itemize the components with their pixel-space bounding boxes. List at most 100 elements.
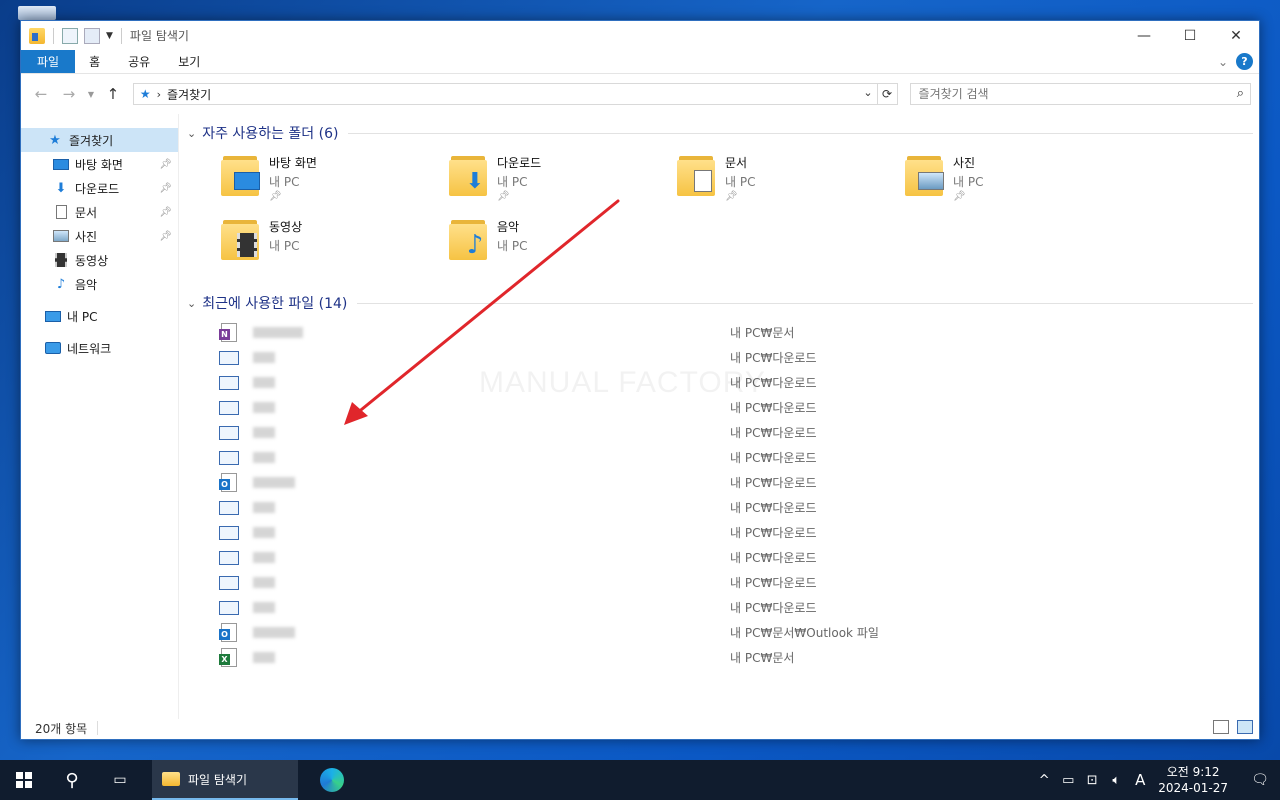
nav-item-quick-access[interactable]: ★ 즐겨찾기 <box>21 128 178 152</box>
taskbar-file-explorer[interactable]: 파일 탐색기 <box>152 760 298 800</box>
file-name-redacted <box>253 502 275 513</box>
group-header-frequent-folders[interactable]: ⌄ 자주 사용하는 폴더 (6) <box>185 122 1259 144</box>
recent-locations-chevron-icon[interactable]: ▼ <box>85 90 97 99</box>
breadcrumb-separator-icon[interactable]: › <box>157 88 161 101</box>
divider <box>97 721 99 735</box>
recent-file-row[interactable]: X 내 PC₩문서 <box>185 645 1259 670</box>
nav-label: 즐겨찾기 <box>69 133 114 148</box>
recent-file-row[interactable]: 내 PC₩다운로드 <box>185 570 1259 595</box>
search-icon[interactable]: ⚲ <box>48 760 96 800</box>
refresh-icon[interactable]: ⟳ <box>876 84 897 104</box>
nav-item-downloads[interactable]: ⬇ 다운로드 📌︎ <box>21 176 178 200</box>
recent-file-row[interactable]: 내 PC₩다운로드 <box>185 520 1259 545</box>
details-view-icon[interactable] <box>1213 720 1229 734</box>
tab-share[interactable]: 공유 <box>114 50 164 73</box>
large-icons-view-icon[interactable] <box>1237 720 1253 734</box>
start-button[interactable] <box>0 760 48 800</box>
close-button[interactable]: ✕ <box>1213 21 1259 50</box>
volume-muted-icon[interactable]: 🔈︎ <box>1104 773 1128 788</box>
nav-label: 문서 <box>75 205 98 220</box>
forward-arrow-icon[interactable]: → <box>57 85 81 103</box>
folder-name: 사진 <box>953 156 976 170</box>
window-file-icon <box>219 348 239 368</box>
edge-browser-icon[interactable] <box>320 768 344 792</box>
folder-tile-desktop[interactable]: 바탕 화면 내 PC 📌︎ <box>221 150 449 214</box>
nav-item-music[interactable]: ♪ 음악 <box>21 272 178 296</box>
ime-indicator[interactable]: A <box>1128 771 1152 789</box>
folder-tile-videos[interactable]: 동영상 내 PC <box>221 214 449 278</box>
network-icon[interactable]: ⊡ <box>1080 773 1104 788</box>
minimize-button[interactable]: — <box>1121 21 1167 50</box>
video-icon <box>53 252 69 268</box>
file-path: 내 PC₩다운로드 <box>730 451 817 465</box>
recent-file-row[interactable]: O 내 PC₩문서₩Outlook 파일 <box>185 620 1259 645</box>
picture-icon <box>53 228 69 244</box>
folder-tile-music[interactable]: ♪ 음악 내 PC <box>449 214 677 278</box>
file-path: 내 PC₩다운로드 <box>730 601 817 615</box>
recent-file-row[interactable]: 내 PC₩다운로드 <box>185 420 1259 445</box>
folder-tile-pictures[interactable]: 사진 내 PC 📌︎ <box>905 150 1133 214</box>
collapse-chevron-icon[interactable]: ⌄ <box>187 127 196 140</box>
document-icon <box>689 170 717 192</box>
up-arrow-icon[interactable]: ↑ <box>101 85 125 103</box>
nav-label: 음악 <box>75 277 98 292</box>
properties-icon[interactable] <box>62 27 78 44</box>
tab-home[interactable]: 홈 <box>75 50 114 73</box>
nav-item-documents[interactable]: 문서 📌︎ <box>21 200 178 224</box>
search-icon[interactable]: ⌕ <box>1237 86 1244 101</box>
pin-icon[interactable]: 📌︎ <box>159 159 172 170</box>
notification-center-icon[interactable]: 🗨︎ <box>1240 772 1280 788</box>
pin-icon[interactable]: 📌︎ <box>159 207 172 218</box>
recent-file-row[interactable]: 내 PC₩다운로드 <box>185 545 1259 570</box>
recent-file-row[interactable]: O 내 PC₩다운로드 <box>185 470 1259 495</box>
recent-file-row[interactable]: 내 PC₩다운로드 <box>185 595 1259 620</box>
tab-file[interactable]: 파일 <box>21 50 76 73</box>
pin-icon[interactable]: 📌︎ <box>159 231 172 242</box>
help-icon[interactable]: ? <box>1236 53 1253 70</box>
folder-name: 다운로드 <box>497 156 542 170</box>
nav-item-desktop[interactable]: 바탕 화면 📌︎ <box>21 152 178 176</box>
folder-location: 내 PC <box>269 239 300 253</box>
breadcrumb-quick-access[interactable]: 즐겨찾기 <box>167 86 211 103</box>
tab-view[interactable]: 보기 <box>164 50 214 73</box>
excel-file-icon: X <box>219 648 239 668</box>
desktop-recycle-bin-icon[interactable] <box>18 6 56 20</box>
nav-item-network[interactable]: 네트워크 <box>21 336 178 360</box>
new-folder-icon[interactable] <box>84 27 100 44</box>
pin-icon: 📌︎ <box>725 191 738 202</box>
nav-label: 바탕 화면 <box>75 157 123 172</box>
folder-location: 내 PC <box>953 175 984 189</box>
search-input[interactable] <box>918 87 1219 101</box>
expand-ribbon-chevron-icon[interactable]: ⌄ <box>1218 55 1228 69</box>
address-dropdown-chevron-icon[interactable]: ⌄ <box>863 86 872 99</box>
group-header-recent-files[interactable]: ⌄ 최근에 사용한 파일 (14) <box>185 292 1259 314</box>
nav-item-this-pc[interactable]: 내 PC <box>21 304 178 328</box>
show-hidden-icons-chevron-icon[interactable]: ^ <box>1032 773 1056 788</box>
recent-file-row[interactable]: 내 PC₩다운로드 <box>185 495 1259 520</box>
nav-item-pictures[interactable]: 사진 📌︎ <box>21 224 178 248</box>
nav-item-videos[interactable]: 동영상 <box>21 248 178 272</box>
collapse-chevron-icon[interactable]: ⌄ <box>187 297 196 310</box>
quick-access-toolbar: ▼ <box>29 27 124 44</box>
folder-tile-documents[interactable]: 문서 내 PC 📌︎ <box>677 150 905 214</box>
search-box[interactable]: ⌕ <box>909 83 1251 105</box>
task-view-icon[interactable]: ▭ <box>96 760 144 800</box>
group-title: 자주 사용하는 폴더 (6) <box>202 126 339 142</box>
clock[interactable]: 오전 9:12 2024-01-27 <box>1158 764 1228 796</box>
address-bar[interactable]: ★ › 즐겨찾기 ⌄ ⟳ <box>132 83 898 105</box>
item-count: 20개 항목 <box>35 721 88 736</box>
customize-toolbar-chevron-icon[interactable]: ▼ <box>106 31 113 41</box>
window-file-icon <box>219 448 239 468</box>
maximize-button[interactable]: ☐ <box>1167 21 1213 50</box>
recent-file-row[interactable]: N 내 PC₩문서 <box>185 320 1259 345</box>
file-path: 내 PC₩문서₩Outlook 파일 <box>730 626 879 640</box>
folder-tile-downloads[interactable]: ⬇ 다운로드 내 PC 📌︎ <box>449 150 677 214</box>
window-title: 파일 탐색기 <box>129 29 189 43</box>
pin-icon[interactable]: 📌︎ <box>159 183 172 194</box>
back-arrow-icon[interactable]: ← <box>29 85 53 103</box>
recent-file-row[interactable]: 내 PC₩다운로드 <box>185 445 1259 470</box>
download-icon: ⬇ <box>465 168 485 194</box>
group-title: 최근에 사용한 파일 (14) <box>202 296 348 312</box>
ribbon-right: ⌄ ? <box>1218 53 1253 70</box>
battery-icon[interactable]: ▭ <box>1056 773 1080 788</box>
